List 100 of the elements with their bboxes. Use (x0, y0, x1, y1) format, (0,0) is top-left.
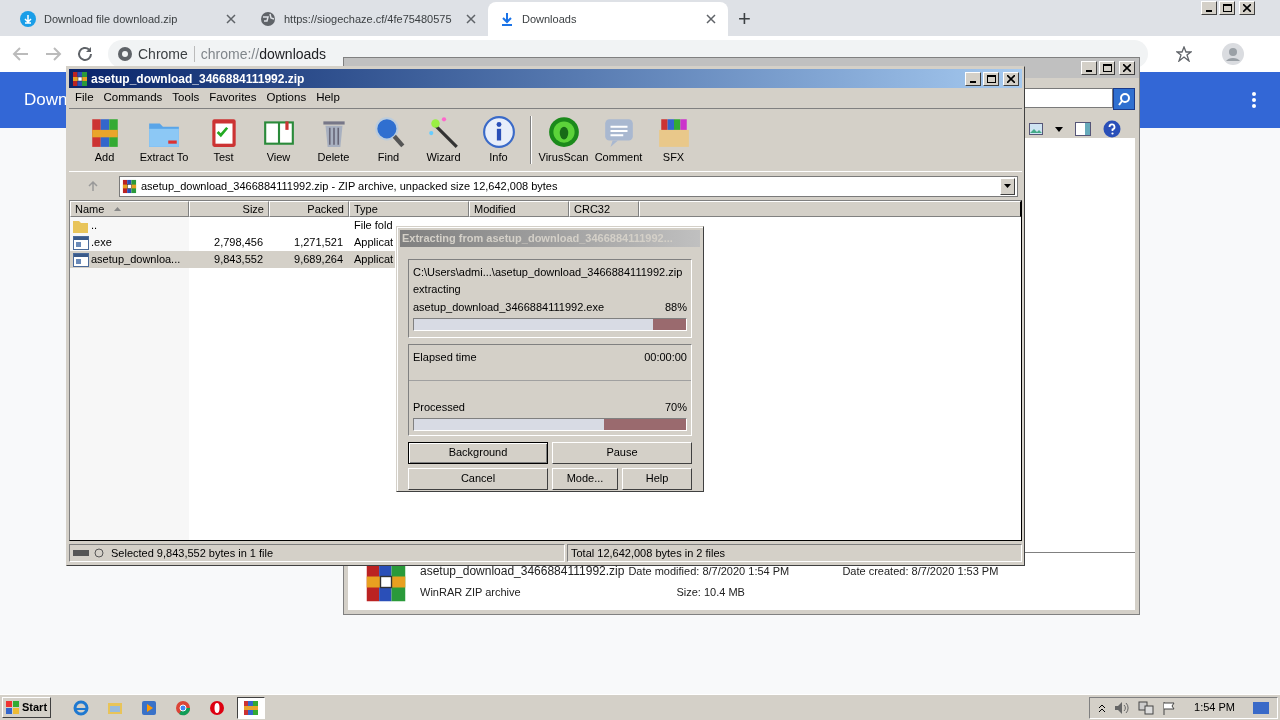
file-name: .. (91, 218, 98, 234)
more-icon[interactable] (1252, 92, 1256, 108)
show-desktop-icon[interactable] (1253, 701, 1269, 714)
browser-tab[interactable]: Download file download.zip (8, 2, 248, 36)
toolbar-button[interactable]: SFX (646, 114, 701, 166)
flag-icon[interactable] (1162, 700, 1177, 715)
file-percent: 88% (664, 299, 687, 315)
modified-date: Date modified: 8/7/2020 1:54 PM (628, 564, 791, 580)
dialog-button[interactable]: Mode... (552, 467, 618, 490)
sort-up-icon (114, 207, 122, 211)
speaker-icon[interactable] (1114, 700, 1131, 715)
menu-item[interactable]: Favorites (209, 89, 257, 107)
page-title: Down (24, 89, 68, 112)
origin-label: Chrome (138, 44, 188, 64)
search-field[interactable] (1023, 88, 1113, 108)
menu-item[interactable]: Commands (103, 89, 163, 107)
up-arrow-icon (87, 180, 99, 192)
network-icon[interactable] (1138, 700, 1155, 715)
toolbar-button[interactable]: Extract To (132, 114, 196, 166)
path-field[interactable]: asetup_download_3466884111992.zip - ZIP archive, unpacked size 12,642,008 bytes (119, 175, 1018, 197)
dialog-button[interactable]: Pause (552, 441, 692, 464)
menu-item[interactable]: File (75, 89, 94, 107)
reload-icon[interactable] (76, 45, 94, 63)
caret-icon (1004, 184, 1011, 188)
dialog-button[interactable]: Help (622, 467, 692, 490)
dropdown-arrow-icon[interactable] (1055, 126, 1063, 132)
start-button[interactable]: Start (2, 697, 52, 718)
wand-icon (426, 114, 461, 149)
status-left: Selected 9,843,552 bytes in 1 file (69, 544, 565, 562)
close-icon (1007, 74, 1015, 83)
ring-icon (209, 699, 226, 716)
dropdown-button[interactable] (1000, 177, 1015, 195)
dialog-button[interactable]: Cancel (408, 467, 548, 490)
close-icon[interactable] (466, 14, 476, 24)
column-header[interactable]: CRC32 (569, 201, 639, 217)
type-cell-text: File fold (353, 218, 394, 234)
column-header[interactable]: Name (70, 201, 189, 217)
toolbar-button[interactable]: View (251, 114, 306, 166)
chevron-up-icon[interactable] (1098, 702, 1107, 713)
close-icon (1123, 64, 1131, 72)
star-icon[interactable] (1176, 46, 1192, 62)
toolbar-button[interactable]: VirusScan (536, 114, 591, 166)
file-row[interactable]: asetup_downloa... 9,843,552 9,689,264 Applicat (70, 251, 395, 268)
current-file: asetup_download_3466884111992.exe (413, 299, 605, 315)
new-tab-button[interactable]: + (738, 8, 751, 30)
tab-title: Download file download.zip (44, 11, 179, 27)
download-icon (500, 12, 514, 26)
column-header[interactable]: Packed (269, 201, 349, 217)
toolbar-button[interactable]: Delete (306, 114, 361, 166)
globe-icon (260, 11, 276, 27)
file-name: asetup_download_3466884111992.zip (420, 563, 625, 581)
clock: 1:54 PM (1193, 700, 1236, 716)
size-cell-text: 2,798,456 (213, 235, 264, 251)
search-button[interactable] (1113, 88, 1135, 110)
toolbar-button[interactable]: Find (361, 114, 416, 166)
taskbar-app[interactable] (237, 696, 266, 719)
column-header[interactable]: Modified (469, 201, 569, 217)
minimize-button[interactable] (965, 71, 981, 86)
toolbar-button[interactable]: Wizard (416, 114, 471, 166)
packed-cell-text: 9,689,264 (293, 252, 344, 268)
close-icon[interactable] (706, 14, 716, 24)
created-date: Date created: 8/7/2020 1:53 PM (841, 564, 999, 580)
toolbar-button[interactable]: Add (77, 114, 132, 166)
toolbar-button[interactable]: Test (196, 114, 251, 166)
maximize-button[interactable] (983, 71, 999, 86)
archive-icon (122, 178, 137, 194)
file-row[interactable]: .exe 2,798,456 1,271,521 Applicat (70, 234, 395, 251)
close-button[interactable] (1003, 71, 1019, 86)
toolbar-button[interactable]: Info (471, 114, 526, 166)
column-header[interactable]: Type (349, 201, 469, 217)
maximize-button[interactable] (1099, 61, 1115, 75)
menu-item[interactable]: Options (266, 89, 307, 107)
file-name: asetup_downloa... (91, 252, 181, 268)
preview-pane-icon[interactable] (1075, 122, 1091, 136)
minimize-button[interactable] (1201, 1, 1217, 15)
toolbar-button[interactable]: Comment (591, 114, 646, 166)
close-icon[interactable] (226, 14, 236, 24)
program-icon (73, 235, 89, 250)
close-button[interactable] (1239, 1, 1255, 15)
elapsed-label: Elapsed time (413, 350, 477, 365)
menu-item[interactable]: Tools (172, 89, 200, 107)
round-logo-icon (175, 699, 192, 716)
dialog-button[interactable]: Background (408, 441, 548, 464)
processed-label: Processed (413, 400, 465, 415)
menu-item[interactable]: Help (316, 89, 340, 107)
drive-icon (73, 548, 107, 558)
image-icon[interactable] (1029, 123, 1043, 135)
avatar-icon[interactable] (1222, 43, 1244, 65)
browser-tab[interactable]: https://siogechaze.cf/4fe75480575 (248, 2, 488, 36)
file-row[interactable]: .. File fold (70, 217, 395, 234)
browser-tab[interactable]: Downloads (488, 2, 728, 36)
globe-icon (73, 699, 90, 716)
help-icon[interactable] (1103, 120, 1121, 138)
site-info-icon[interactable] (118, 47, 132, 61)
close-button[interactable] (1119, 61, 1135, 75)
minimize-button[interactable] (1081, 61, 1097, 75)
maximize-button[interactable] (1219, 1, 1235, 15)
url-text: chrome://downloads (200, 44, 327, 64)
column-header[interactable]: Size (189, 201, 269, 217)
info-icon (481, 114, 516, 149)
